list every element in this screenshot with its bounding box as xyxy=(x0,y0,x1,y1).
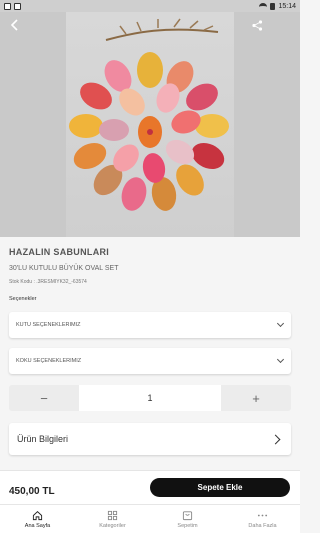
product-subtitle: 30'LU KUTULU BÜYÜK OVAL SET xyxy=(9,265,119,272)
bag-icon xyxy=(182,510,193,520)
nav-home-label: Ana Sayfa xyxy=(24,522,51,529)
nav-cart-label: Sepetim xyxy=(177,522,198,529)
scent-options-placeholder: KOKU SEÇENEKLERIMIZ xyxy=(16,358,82,364)
options-label: Seçenekler xyxy=(9,296,37,302)
grid-icon xyxy=(107,510,118,520)
box-options-placeholder: KUTU SEÇENEKLERIMIZ xyxy=(16,322,81,328)
nav-categories-label: Kategoriler xyxy=(99,522,126,529)
product-price: 450,00 TL xyxy=(9,486,55,497)
chevron-right-icon xyxy=(270,434,281,444)
increase-quantity-button[interactable]: + xyxy=(221,385,291,411)
share-button[interactable] xyxy=(248,16,266,34)
status-icons-right: 15:14 xyxy=(259,2,296,10)
battery-icon xyxy=(270,2,276,10)
quantity-stepper: − 1 + xyxy=(9,385,291,411)
bottom-navigation: Ana Sayfa Kategoriler Sepetim Daha Fazla xyxy=(0,504,300,533)
notification-icon xyxy=(4,2,11,10)
chevron-left-icon xyxy=(10,19,18,31)
scent-options-select[interactable]: KOKU SEÇENEKLERIMIZ xyxy=(9,348,291,374)
soap-arrangement-image xyxy=(69,18,229,211)
product-details-row[interactable]: Ürün Bilgileri xyxy=(9,423,291,455)
product-brand: HAZALIN SABUNLARI xyxy=(9,247,110,257)
product-image xyxy=(66,12,234,237)
decrease-quantity-button[interactable]: − xyxy=(9,385,79,411)
status-icons-left xyxy=(4,2,21,10)
add-to-cart-button[interactable]: Sepete Ekle xyxy=(150,478,290,497)
back-button[interactable] xyxy=(6,16,24,34)
buy-bar: 450,00 TL Sepete Ekle xyxy=(0,470,300,504)
nav-home[interactable]: Ana Sayfa xyxy=(0,505,75,533)
status-bar: 15:14 xyxy=(0,0,300,12)
nav-more[interactable]: Daha Fazla xyxy=(225,505,300,533)
quantity-value[interactable]: 1 xyxy=(79,385,221,411)
chevron-down-icon xyxy=(276,355,285,364)
share-icon xyxy=(251,19,262,31)
wifi-icon xyxy=(259,3,268,9)
status-time: 15:14 xyxy=(278,2,296,10)
chevron-down-icon xyxy=(276,319,285,328)
nav-more-label: Daha Fazla xyxy=(248,522,277,529)
nav-categories[interactable]: Kategoriler xyxy=(75,505,150,533)
product-sku: Stok Kodu : .3RESMIYK32_-63574 xyxy=(9,279,87,285)
product-details-label: Ürün Bilgileri xyxy=(17,434,69,444)
home-icon xyxy=(32,510,43,520)
image-icon xyxy=(14,2,21,10)
product-gallery[interactable] xyxy=(0,12,300,237)
nav-cart[interactable]: Sepetim xyxy=(150,505,225,533)
more-icon xyxy=(257,514,268,516)
box-options-select[interactable]: KUTU SEÇENEKLERIMIZ xyxy=(9,312,291,338)
